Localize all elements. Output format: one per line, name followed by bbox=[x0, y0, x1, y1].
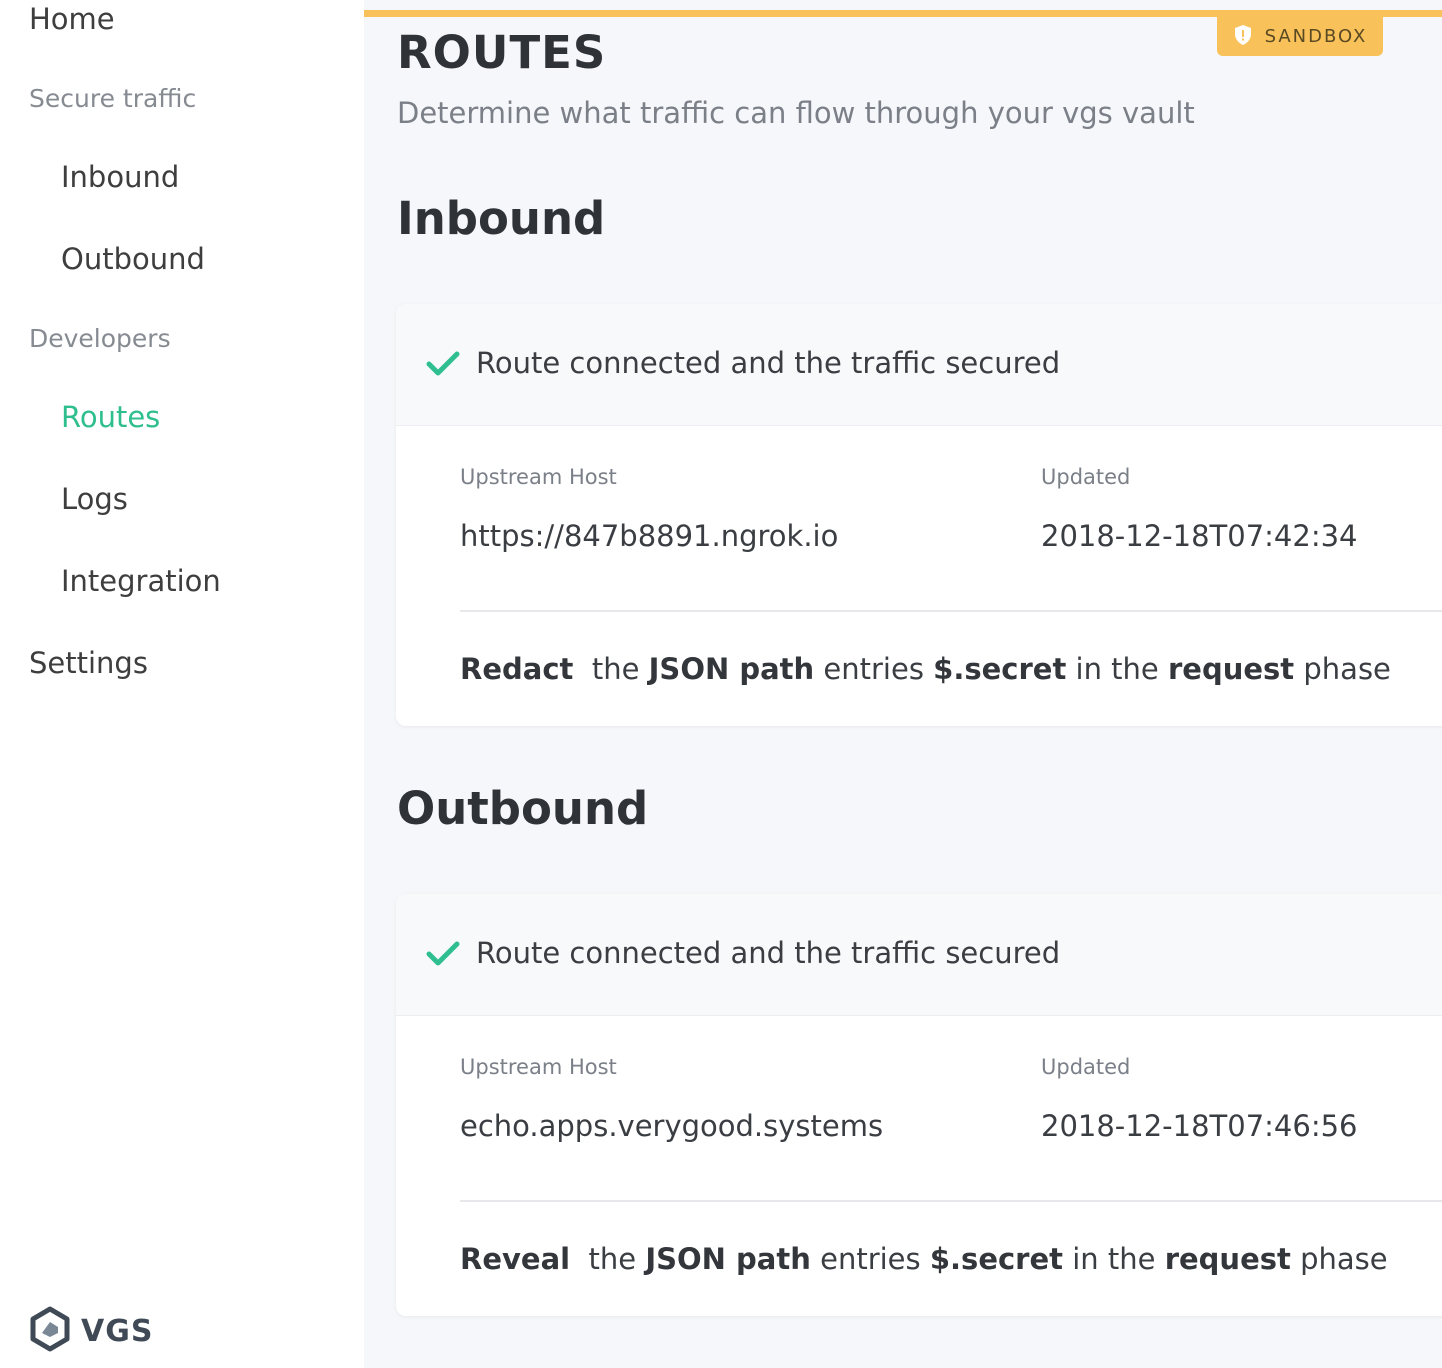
route-rule: Redact the JSON path entries $.secret in… bbox=[460, 652, 1391, 686]
card-divider bbox=[460, 610, 1442, 612]
upstream-host-value: echo.apps.verygood.systems bbox=[460, 1109, 884, 1143]
rule-text-2: entries bbox=[823, 652, 924, 686]
sidebar-item-home[interactable]: Home bbox=[29, 2, 115, 36]
sandbox-badge: SANDBOX bbox=[1217, 17, 1383, 56]
app: Home Secure traffic Inbound Outbound Dev… bbox=[0, 0, 1442, 1368]
inbound-route-card[interactable]: Route connected and the traffic secured … bbox=[396, 304, 1442, 726]
page-title: ROUTES bbox=[397, 26, 607, 79]
vgs-logo-icon bbox=[29, 1306, 71, 1356]
sandbox-label: SANDBOX bbox=[1264, 26, 1368, 47]
sidebar-item-settings[interactable]: Settings bbox=[29, 646, 148, 680]
rule-text-4: phase bbox=[1303, 652, 1391, 686]
rule-action: Redact bbox=[460, 652, 574, 686]
route-rule: Reveal the JSON path entries $.secret in… bbox=[460, 1242, 1388, 1276]
outbound-heading: Outbound bbox=[397, 782, 649, 835]
updated-label: Updated bbox=[1041, 1055, 1131, 1079]
vgs-logo-text: VGS bbox=[81, 1313, 154, 1349]
card-divider bbox=[460, 1200, 1442, 1202]
upstream-host-label: Upstream Host bbox=[460, 1055, 617, 1079]
route-status: Route connected and the traffic secured bbox=[476, 936, 1061, 970]
sidebar-item-inbound[interactable]: Inbound bbox=[61, 160, 179, 194]
sidebar-item-logs[interactable]: Logs bbox=[61, 482, 128, 516]
rule-text-2: entries bbox=[820, 1242, 921, 1276]
sidebar-item-outbound[interactable]: Outbound bbox=[61, 242, 205, 276]
updated-label: Updated bbox=[1041, 465, 1131, 489]
rule-text-1: the bbox=[591, 652, 640, 686]
rule-text-4: phase bbox=[1300, 1242, 1388, 1276]
updated-value: 2018-12-18T07:46:56 bbox=[1041, 1109, 1358, 1143]
updated-value: 2018-12-18T07:42:34 bbox=[1041, 519, 1358, 553]
check-icon bbox=[426, 350, 460, 382]
rule-phase: request bbox=[1168, 652, 1295, 686]
sidebar-item-routes[interactable]: Routes bbox=[61, 400, 160, 434]
page-subtitle: Determine what traffic can flow through … bbox=[397, 96, 1195, 130]
vgs-logo[interactable]: VGS bbox=[29, 1306, 154, 1356]
check-icon bbox=[426, 940, 460, 972]
rule-phase: request bbox=[1164, 1242, 1291, 1276]
route-status: Route connected and the traffic secured bbox=[476, 346, 1061, 380]
rule-filter: JSON path bbox=[645, 1242, 811, 1276]
main-content: SANDBOX ROUTES Determine what traffic ca… bbox=[364, 0, 1442, 1368]
outbound-route-card[interactable]: Route connected and the traffic secured … bbox=[396, 894, 1442, 1316]
inbound-heading: Inbound bbox=[397, 192, 606, 245]
sidebar-section-secure-traffic: Secure traffic bbox=[29, 84, 197, 113]
rule-action: Reveal bbox=[460, 1242, 571, 1276]
sandbox-top-bar bbox=[364, 10, 1442, 17]
rule-path: $.secret bbox=[929, 1242, 1064, 1276]
rule-text-3: in the bbox=[1072, 1242, 1156, 1276]
rule-text-3: in the bbox=[1075, 652, 1159, 686]
rule-text-1: the bbox=[588, 1242, 637, 1276]
sidebar-section-developers: Developers bbox=[29, 324, 171, 353]
sidebar: Home Secure traffic Inbound Outbound Dev… bbox=[0, 0, 364, 1368]
sidebar-item-integration[interactable]: Integration bbox=[61, 564, 221, 598]
route-card-header: Route connected and the traffic secured bbox=[396, 894, 1442, 1016]
route-card-header: Route connected and the traffic secured bbox=[396, 304, 1442, 426]
shield-icon bbox=[1233, 24, 1253, 50]
upstream-host-label: Upstream Host bbox=[460, 465, 617, 489]
rule-path: $.secret bbox=[933, 652, 1067, 686]
upstream-host-value: https://847b8891.ngrok.io bbox=[460, 519, 839, 553]
rule-filter: JSON path bbox=[648, 652, 815, 686]
